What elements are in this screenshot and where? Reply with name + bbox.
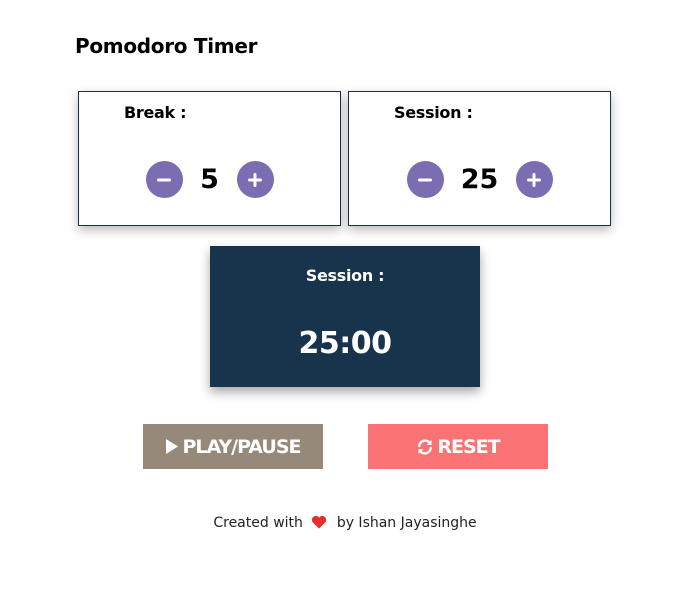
refresh-icon	[416, 438, 434, 456]
session-increment-button[interactable]	[515, 161, 553, 198]
session-decrement-button[interactable]	[406, 161, 444, 198]
minus-icon	[157, 178, 171, 181]
page-title: Pomodoro Timer	[75, 34, 258, 58]
session-label: Session :	[394, 103, 473, 122]
heart-icon	[311, 515, 327, 533]
timer-time: 25:00	[298, 326, 393, 361]
break-increment-button[interactable]	[236, 161, 274, 198]
minus-icon	[418, 178, 432, 181]
footer-suffix: by Ishan Jayasinghe	[336, 515, 477, 531]
reset-button[interactable]: RESET	[368, 424, 548, 469]
footer-prefix: Created with	[213, 515, 303, 531]
play-pause-button[interactable]: PLAY/PAUSE	[143, 424, 323, 469]
break-label: Break :	[124, 103, 187, 122]
break-decrement-button[interactable]	[145, 161, 183, 198]
reset-label: RESET	[437, 435, 500, 458]
break-controls: 5	[79, 161, 340, 198]
timer-label: Session :	[305, 266, 385, 285]
timer-display: Session : 25:00	[210, 246, 480, 387]
play-pause-label: PLAY/PAUSE	[182, 435, 301, 458]
footer-credit: Created with by Ishan Jayasinghe	[0, 515, 690, 533]
plus-icon	[527, 172, 541, 187]
break-length-value: 5	[200, 164, 219, 195]
play-icon	[165, 438, 179, 455]
break-length-card: Break : 5	[78, 91, 341, 226]
pomodoro-app: Pomodoro Timer Break : 5 Session : 25 Se…	[0, 0, 694, 597]
session-length-value: 25	[460, 164, 499, 195]
session-length-card: Session : 25	[348, 91, 611, 226]
plus-icon	[248, 172, 262, 187]
session-controls: 25	[349, 161, 610, 198]
